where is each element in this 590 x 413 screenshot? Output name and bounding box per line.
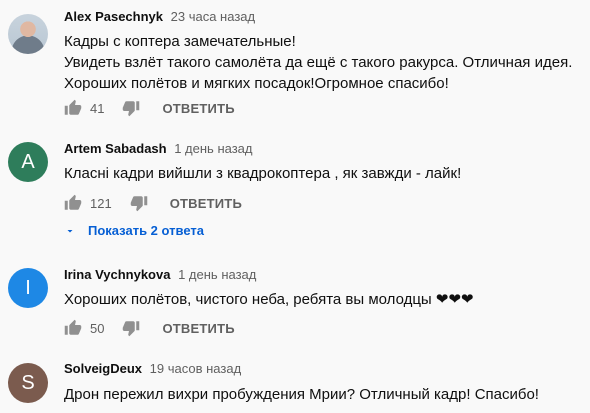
comment-time[interactable]: 1 день назад [174,141,252,156]
author-name[interactable]: Irina Vychnykova [64,267,170,282]
comment-text-line: Увидеть взлёт такого самолёта да ещё с т… [64,54,573,71]
avatar[interactable]: S [8,363,48,403]
comment-time[interactable]: 19 часов назад [150,361,242,376]
thumb-down-icon[interactable] [130,194,148,212]
comment-header: SolveigDeux 19 часов назад [64,361,241,376]
comment: S SolveigDeux 19 часов назад Дрон пережи… [0,348,590,413]
comment-text-line: Хороших полётов, чистого неба, ребята вы… [64,291,474,308]
like-count: 50 [90,320,105,336]
comment-actions: 121 ОТВЕТИТЬ [64,191,242,215]
comment-header: Alex Pasechnyk 23 часа назад [64,9,255,24]
like-count: 41 [90,100,105,116]
comment-text-line: Хороших полётов и мягких посадок!Огромно… [64,75,449,92]
thumb-up-icon[interactable] [64,99,82,117]
comment-text-line: Кадры с коптера замечательные! [64,33,296,50]
comment: Alex Pasechnyk 23 часа назад Кадры с коп… [0,0,590,130]
author-name[interactable]: Alex Pasechnyk [64,9,163,24]
thumb-down-icon[interactable] [122,99,140,117]
avatar[interactable]: A [8,142,48,182]
comment-text: Кадры с коптера замечательные! Увидеть в… [64,31,572,94]
avatar[interactable] [8,14,48,54]
comment-text: Дрон пережил вихри пробуждения Мрии? Отл… [64,384,539,405]
reply-button[interactable]: ОТВЕТИТЬ [162,101,234,116]
thumb-up-icon[interactable] [64,319,82,337]
chevron-down-icon [67,229,73,232]
comment-text: Класні кадри вийшли з квадрокоптера , як… [64,163,461,184]
comment-time[interactable]: 1 день назад [178,267,256,282]
author-name[interactable]: SolveigDeux [64,361,142,376]
comment-text: Хороших полётов, чистого неба, ребята вы… [64,289,474,310]
reply-button[interactable]: ОТВЕТИТЬ [162,321,234,336]
comment-header: Artem Sabadash 1 день назад [64,141,252,156]
thumb-up-icon[interactable] [64,194,82,212]
comment-time[interactable]: 23 часа назад [171,9,255,24]
comment: I Irina Vychnykova 1 день назад Хороших … [0,250,590,348]
avatar[interactable]: I [8,268,48,308]
reply-button[interactable]: ОТВЕТИТЬ [170,196,242,211]
author-name[interactable]: Artem Sabadash [64,141,167,156]
like-count: 121 [90,195,112,211]
show-replies-label: Показать 2 ответа [88,223,204,238]
show-replies-button[interactable]: Показать 2 ответа [64,223,204,238]
comment: A Artem Sabadash 1 день назад Класні кад… [0,130,590,250]
thumb-down-icon[interactable] [122,319,140,337]
comment-text-line: Дрон пережил вихри пробуждения Мрии? Отл… [64,386,539,403]
comment-text-line: Класні кадри вийшли з квадрокоптера , як… [64,165,462,182]
comment-actions: 41 ОТВЕТИТЬ [64,96,235,120]
comment-header: Irina Vychnykova 1 день назад [64,267,256,282]
comment-actions: 50 ОТВЕТИТЬ [64,316,235,340]
